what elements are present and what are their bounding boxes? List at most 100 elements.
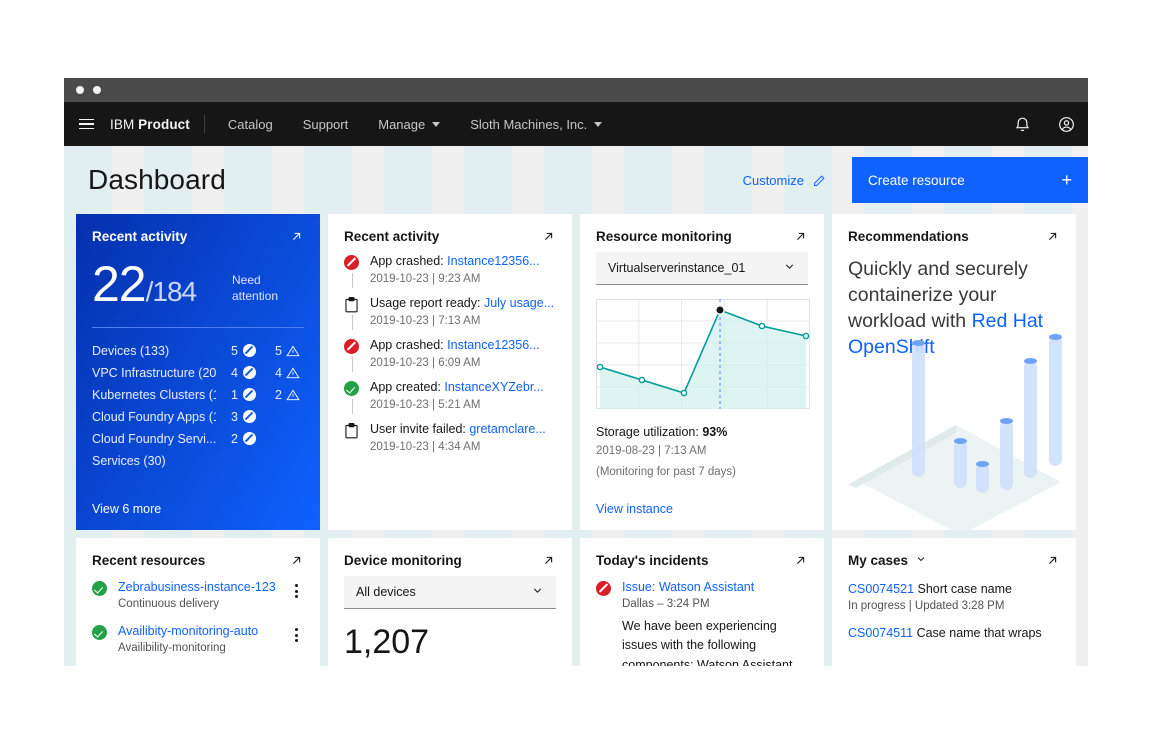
expand-card-button[interactable] <box>541 229 556 244</box>
brand-logo[interactable]: IBM Product <box>108 117 204 132</box>
list-item[interactable]: Kubernetes Clusters (15) 1 2 <box>92 384 304 406</box>
expand-card-button[interactable] <box>1045 553 1060 568</box>
brand-prefix: IBM <box>110 116 135 132</box>
activity-prefix: Usage report ready: <box>370 296 484 310</box>
status-icon-wrap <box>344 296 370 330</box>
view-instance-link[interactable]: View instance <box>596 502 673 516</box>
expand-card-button[interactable] <box>541 553 556 568</box>
notifications-button[interactable] <box>1000 102 1044 146</box>
overflow-menu-icon[interactable] <box>288 580 304 598</box>
nav-item-support[interactable]: Support <box>288 102 364 146</box>
card-header: Recent activity <box>344 229 556 244</box>
card-recent-activity-list: Recent activity App crashed: Instance123… <box>328 214 572 530</box>
timeline-connector <box>352 357 353 372</box>
hamburger-menu-icon[interactable] <box>64 102 108 146</box>
resource-body: Zebrabusiness-instance-123 Continuous de… <box>118 580 288 610</box>
list-item[interactable]: Cloud Foundry Servi...(10) 2 <box>92 428 304 450</box>
chevron-down-icon <box>432 122 441 127</box>
list-item[interactable]: User invite failed: gretamclare... 2019-… <box>344 422 556 464</box>
account-button[interactable] <box>1044 102 1088 146</box>
resource-name: Services (30) <box>92 453 166 468</box>
activity-link[interactable]: July usage... <box>484 296 554 310</box>
dashboard-canvas: Dashboard Customize Create resource + Re <box>64 146 1088 666</box>
list-item[interactable]: App crashed: Instance12356... 2019-10-23… <box>344 254 556 296</box>
dropdown-selected-value: All devices <box>356 585 416 599</box>
window-close-dot[interactable] <box>76 86 84 94</box>
activity-link[interactable]: InstanceXYZebr... <box>444 380 543 394</box>
incident-item[interactable]: Issue: Watson Assistant Dallas – 3:24 PM… <box>596 580 808 666</box>
window-minimize-dot[interactable] <box>93 86 101 94</box>
deny-icon <box>242 388 256 401</box>
incident-body: Issue: Watson Assistant Dallas – 3:24 PM… <box>622 580 808 666</box>
overflow-menu-icon[interactable] <box>288 624 304 642</box>
card-title: Recommendations <box>848 229 969 244</box>
incident-meta: Dallas – 3:24 PM <box>622 598 710 610</box>
resource-subtitle: Continuous delivery <box>118 598 220 610</box>
activity-link[interactable]: Instance12356... <box>447 254 539 268</box>
resource-subtitle: Availibility-monitoring <box>118 642 226 654</box>
incident-title[interactable]: Issue: Watson Assistant <box>622 580 808 594</box>
error-icon <box>344 255 359 270</box>
list-item[interactable]: App created: InstanceXYZebr... 2019-10-2… <box>344 380 556 422</box>
list-item[interactable]: Availibity-monitoring-auto Availibility-… <box>92 624 304 666</box>
resource-chart[interactable] <box>596 299 810 414</box>
metric-value-group: 22/184 <box>92 259 197 309</box>
customize-button[interactable]: Customize <box>743 173 852 188</box>
deny-icon <box>242 432 256 445</box>
nav-item-account-switcher[interactable]: Sloth Machines, Inc. <box>455 102 617 146</box>
list-item[interactable]: Services (30) <box>92 450 304 472</box>
case-id[interactable]: CS0074521 <box>848 582 914 596</box>
expand-card-button[interactable] <box>1045 229 1060 244</box>
list-item[interactable]: CS0074521 Short case name In progress | … <box>848 582 1060 612</box>
list-item[interactable]: Cloud Foundry Apps (12) 3 <box>92 406 304 428</box>
plus-icon: + <box>1061 170 1072 190</box>
resource-name[interactable]: Availibity-monitoring-auto <box>118 624 288 638</box>
list-item[interactable]: Zebrabusiness-instance-123 Continuous de… <box>92 580 304 624</box>
nav-item-label: Support <box>302 116 349 132</box>
list-item[interactable]: Devices (133) 5 5 <box>92 340 304 362</box>
nav-item-label: Catalog <box>227 116 273 132</box>
card-title[interactable]: My cases <box>848 553 927 568</box>
card-device-monitoring: Device monitoring All devices 1,207 <box>328 538 572 666</box>
case-title: CS0074521 Short case name <box>848 582 1060 596</box>
chevron-down-icon <box>915 553 927 568</box>
customize-label: Customize <box>742 172 804 188</box>
launch-arrow-icon <box>1048 232 1057 241</box>
nav-item-manage[interactable]: Manage <box>363 102 455 146</box>
expand-card-button[interactable] <box>289 553 304 568</box>
warning-triangle-icon <box>286 388 300 400</box>
nav-item-catalog[interactable]: Catalog <box>213 102 288 146</box>
list-item[interactable]: CS0074511 Case name that wraps <box>848 626 1060 640</box>
case-id[interactable]: CS0074511 <box>848 626 913 640</box>
warning-triangle-icon <box>286 344 300 356</box>
deny-status-icon-wrap <box>238 410 260 423</box>
deny-status-icon-wrap <box>238 366 260 379</box>
case-name: Short case name <box>914 582 1013 596</box>
create-resource-button[interactable]: Create resource + <box>852 157 1088 203</box>
card-title: Recent activity <box>344 229 440 244</box>
resource-name: Kubernetes Clusters (15) <box>92 387 216 402</box>
view-more-link[interactable]: View 6 more <box>92 502 161 516</box>
resource-name: VPC Infrastructure (201) <box>92 365 216 380</box>
activity-link[interactable]: gretamclare... <box>469 422 545 436</box>
success-icon <box>344 381 359 396</box>
list-item[interactable]: App crashed: Instance12356... 2019-10-23… <box>344 338 556 380</box>
resource-name[interactable]: Zebrabusiness-instance-123 <box>118 580 288 594</box>
activity-body: App crashed: Instance12356... 2019-10-23… <box>370 338 556 369</box>
expand-card-button[interactable] <box>289 229 304 244</box>
activity-body: User invite failed: gretamclare... 2019-… <box>370 422 556 453</box>
expand-card-button[interactable] <box>793 553 808 568</box>
launch-arrow-icon <box>292 232 301 241</box>
expand-card-button[interactable] <box>793 229 808 244</box>
list-item[interactable]: Usage report ready: July usage... 2019-1… <box>344 296 556 338</box>
launch-arrow-icon <box>1048 556 1057 565</box>
top-navigation-bar: IBM Product Catalog Support Manage Sloth… <box>64 102 1088 146</box>
report-icon <box>345 423 358 439</box>
card-resource-monitoring: Resource monitoring Virtualserverinstanc… <box>580 214 824 530</box>
activity-link[interactable]: Instance12356... <box>447 338 539 352</box>
instance-select-dropdown[interactable]: Virtualserverinstance_01 <box>596 252 808 285</box>
device-select-dropdown[interactable]: All devices <box>344 576 556 609</box>
error-icon <box>596 581 611 596</box>
list-item[interactable]: VPC Infrastructure (201) 4 4 <box>92 362 304 384</box>
warn-count: 5 <box>275 343 282 358</box>
